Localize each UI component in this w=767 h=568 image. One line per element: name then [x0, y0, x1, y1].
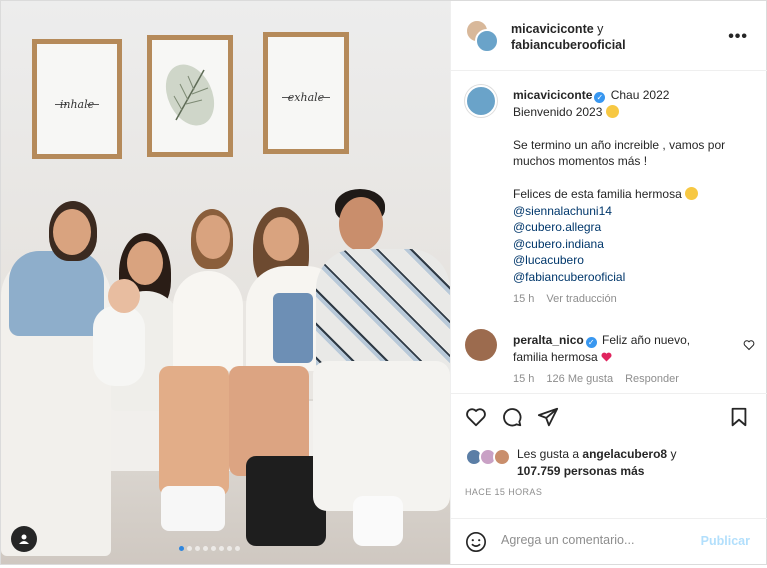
photo-person-4-head [263, 217, 299, 261]
post-photo[interactable]: inhale exhale [1, 1, 450, 564]
comment-avatar[interactable] [465, 329, 497, 361]
photo-person-3-shoes [161, 486, 225, 531]
header-user1-link[interactable]: micaviciconte [511, 22, 594, 36]
avatar [475, 29, 499, 53]
photo-person-5-shoes [353, 496, 403, 546]
comment-input[interactable] [501, 533, 691, 547]
photo-person-5-pants [313, 361, 450, 511]
caption-line1: Chau 2022 [610, 88, 670, 102]
leaf-art-icon [165, 64, 215, 126]
comment-like-icon[interactable] [743, 339, 755, 351]
caption-line2: Bienvenido 2023 [513, 104, 603, 119]
comment-box: Publicar [451, 518, 767, 564]
carousel-dots [179, 546, 240, 551]
header-user2-link[interactable]: fabiancuberooficial [511, 38, 626, 52]
likes-text: Les gusta a angelacubero8 y [517, 446, 755, 463]
post-side-panel: micaviciconte y fabiancuberooficial ••• … [450, 1, 767, 564]
carousel-dot [227, 546, 232, 551]
poster-inhale: inhale [32, 39, 122, 159]
caption-meta: 15 h Ver traducción [513, 291, 753, 308]
mention-link[interactable]: @siennalachuni14 [513, 203, 753, 220]
photo-person-3 [173, 271, 243, 371]
reply-button[interactable]: Responder [625, 373, 679, 385]
photo-person-5-shirt [316, 249, 450, 379]
caption-time: 15 h [513, 293, 535, 305]
tagged-users-button[interactable] [11, 526, 37, 552]
likes-summary: Les gusta a angelacubero8 y 107.759 pers… [465, 446, 755, 480]
likes-connector: y [670, 447, 677, 461]
carousel-dot [187, 546, 192, 551]
save-bookmark-icon[interactable] [728, 406, 750, 433]
carousel-dot [203, 546, 208, 551]
photo-person-5-head [339, 197, 383, 251]
liker-avatars [465, 448, 513, 466]
photo-baby [93, 306, 145, 386]
carousel-dot [219, 546, 224, 551]
caption-avatar[interactable] [465, 85, 497, 117]
comment-meta: 15 h 126 Me gusta Responder [513, 371, 728, 388]
header-connector: y [597, 22, 604, 36]
instagram-post: inhale exhale micaviciconte y fabiancube… [0, 0, 767, 565]
comment-bubble-icon[interactable] [501, 406, 523, 428]
mention-link[interactable]: @fabiancuberooficial [513, 269, 753, 286]
likes-count-link[interactable]: 107.759 personas más [517, 463, 755, 480]
photo-person-1-head [53, 209, 91, 255]
red-heart-emoji-icon [601, 352, 612, 361]
smiling-face-emoji-icon [605, 104, 619, 118]
liker-username-link[interactable]: angelacubero8 [582, 447, 667, 461]
avatar [493, 448, 511, 466]
comment-body: peralta_nico ✓ Feliz año nuevo, familia h… [513, 332, 728, 388]
photo-person-3-legs [159, 366, 229, 496]
post-header: micaviciconte y fabiancuberooficial ••• [451, 1, 767, 71]
carousel-dot [211, 546, 216, 551]
photo-person-3-head [196, 215, 230, 259]
mention-link[interactable]: @cubero.allegra [513, 219, 753, 236]
photo-person-4-dress [273, 293, 313, 363]
photo-baby-head [108, 279, 140, 313]
verified-badge-icon: ✓ [585, 337, 597, 348]
share-send-icon[interactable] [537, 406, 559, 428]
translate-link[interactable]: Ver traducción [546, 293, 616, 305]
emoji-picker-icon[interactable] [465, 531, 487, 553]
header-usernames: micaviciconte y fabiancuberooficial [511, 21, 626, 53]
mention-link[interactable]: @cubero.indiana [513, 236, 753, 253]
poster-leaf [147, 35, 233, 157]
carousel-dot [179, 546, 184, 551]
carousel-dot [195, 546, 200, 551]
collab-avatars[interactable] [465, 19, 499, 53]
like-heart-icon[interactable] [465, 406, 487, 428]
heart-eyes-emoji-icon [685, 187, 699, 200]
photo-person-2-head [127, 241, 163, 285]
photo-person-1-jacket [9, 251, 104, 336]
caption-body: micaviciconte ✓ Chau 2022 Bienvenido 2023… [513, 87, 753, 308]
mention-link[interactable]: @lucacubero [513, 252, 753, 269]
bookmark-icon [731, 407, 747, 427]
action-icons [465, 406, 559, 428]
comment-likes-link[interactable]: 126 Me gusta [546, 373, 613, 385]
comment-username-link[interactable]: peralta_nico [513, 333, 584, 347]
publish-button[interactable]: Publicar [701, 534, 750, 548]
caption-paragraph-2: Felices de esta familia hermosa [513, 187, 682, 201]
post-actions: Les gusta a angelacubero8 y 107.759 pers… [451, 393, 767, 568]
caption-username-link[interactable]: micaviciconte [513, 88, 592, 102]
verified-badge-icon: ✓ [594, 92, 606, 103]
carousel-dot [235, 546, 240, 551]
likes-prefix: Les gusta a [517, 447, 580, 461]
user-icon [19, 534, 29, 544]
post-timestamp[interactable]: HACE 15 HORAS [465, 487, 542, 497]
poster-exhale: exhale [263, 32, 349, 154]
more-options-icon[interactable]: ••• [728, 28, 748, 46]
caption-paragraph-1: Se termino un año increible , vamos por … [513, 137, 726, 169]
comment-time: 15 h [513, 373, 535, 385]
